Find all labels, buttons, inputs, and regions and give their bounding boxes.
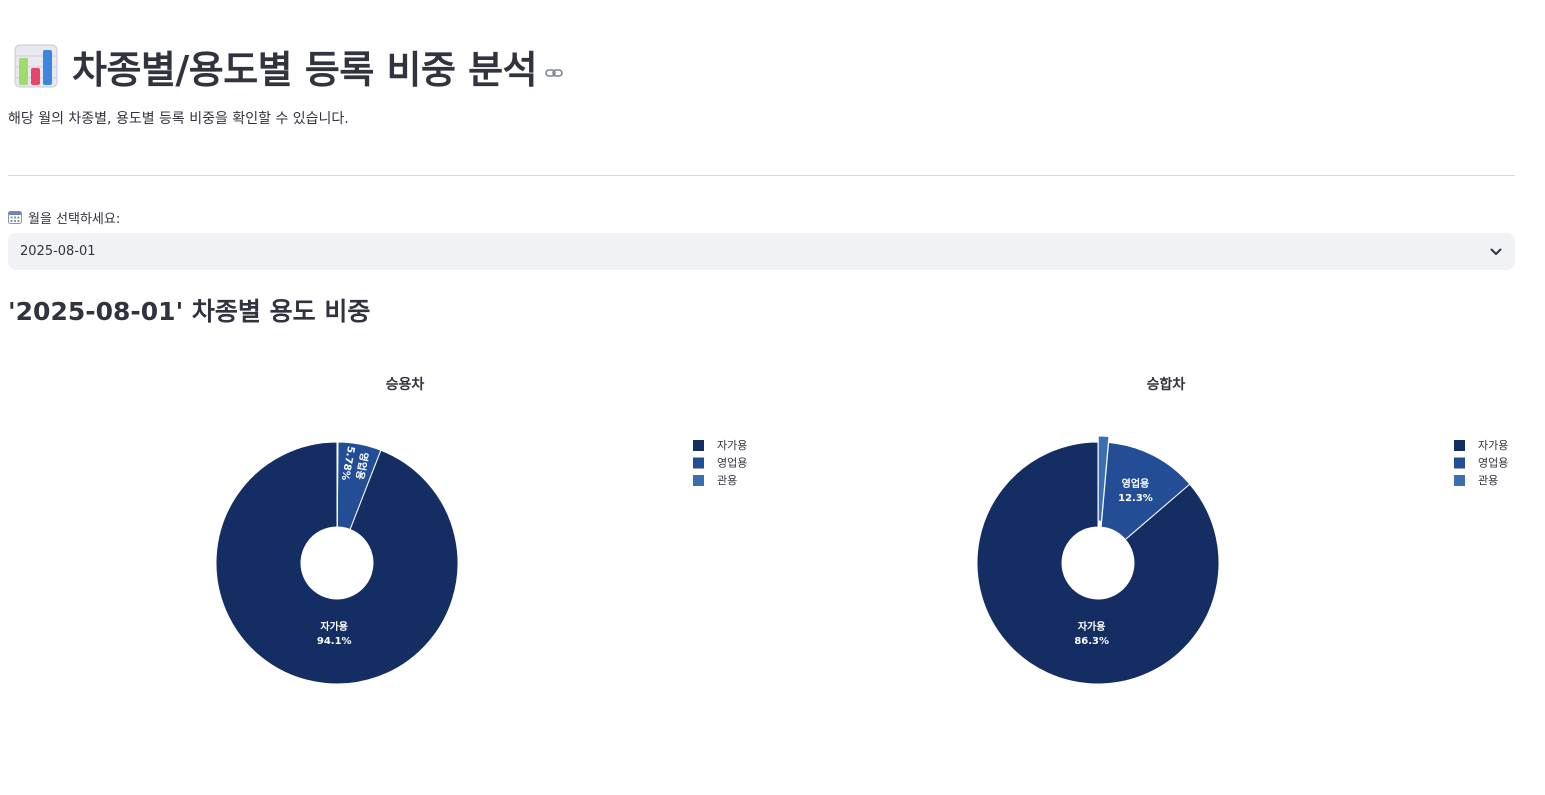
link-icon[interactable] xyxy=(545,64,563,82)
slice-label-name: 자가용 xyxy=(320,620,348,633)
van-chart: 승합차 자가용 86.3% 영업용 12.3% 자가용 영업용 관용 xyxy=(761,350,1521,750)
slice-label-name: 자가용 xyxy=(1078,620,1106,633)
slice-label-value: 86.3% xyxy=(1074,636,1109,647)
legend-swatch[interactable] xyxy=(1454,475,1465,486)
page-title: 차종별/용도별 등록 비중 분석 xyxy=(72,47,538,92)
legend-swatch[interactable] xyxy=(693,440,704,451)
legend-label[interactable]: 관용 xyxy=(1478,474,1498,487)
calendar-icon xyxy=(8,211,22,224)
pie-slice-3[interactable] xyxy=(336,441,339,528)
passenger-car-pie: 승용차자가용94.1%영업용5.78% 자가용영업용관용 xyxy=(215,377,747,685)
divider xyxy=(8,175,1515,176)
month-select[interactable]: 2025-08-01 xyxy=(8,233,1515,270)
month-select-value: 2025-08-01 xyxy=(20,244,96,259)
slice-label-name: 영업용 xyxy=(1122,477,1150,490)
pie-hole xyxy=(1062,527,1134,599)
bar-chart-icon xyxy=(14,44,58,88)
slice-label-value: 12.3% xyxy=(1118,493,1153,504)
page: 차종별/용도별 등록 비중 분석 해당 월의 차종별, 용도별 등록 비중을 확… xyxy=(0,0,1545,795)
month-select-label: 월을 선택하세요: xyxy=(8,208,121,227)
page-subtitle: 해당 월의 차종별, 용도별 등록 비중을 확인할 수 있습니다. xyxy=(8,111,349,127)
legend-swatch[interactable] xyxy=(693,475,704,486)
month-select-label-text: 월을 선택하세요: xyxy=(28,211,121,227)
legend-label[interactable]: 자가용 xyxy=(717,439,747,452)
pie-hole xyxy=(301,527,373,599)
title-row: 차종별/용도별 등록 비중 분석 xyxy=(14,38,563,94)
slice-label-value: 94.1% xyxy=(317,636,352,647)
passenger-car-chart: 승용차 자가용 94.1% 영업용 5.78% 자가용 영업용 관용 xyxy=(0,350,760,750)
chart-title: 승용차 xyxy=(386,377,425,393)
chevron-down-icon xyxy=(1490,248,1502,255)
legend-label[interactable]: 영업용 xyxy=(1478,457,1508,470)
van-pie: 승합차자가용86.3%영업용12.3%자가용영업용관용 xyxy=(976,376,1508,685)
legend-label[interactable]: 자가용 xyxy=(1478,439,1508,452)
chart-title: 승합차 xyxy=(1147,376,1186,393)
legend-label[interactable]: 영업용 xyxy=(717,457,747,470)
legend-swatch[interactable] xyxy=(693,457,704,469)
legend-label[interactable]: 관용 xyxy=(717,474,737,487)
section-title: '2025-08-01' 차종별 용도 비중 xyxy=(8,297,371,326)
legend-swatch[interactable] xyxy=(1454,457,1465,469)
legend-swatch[interactable] xyxy=(1454,440,1465,451)
